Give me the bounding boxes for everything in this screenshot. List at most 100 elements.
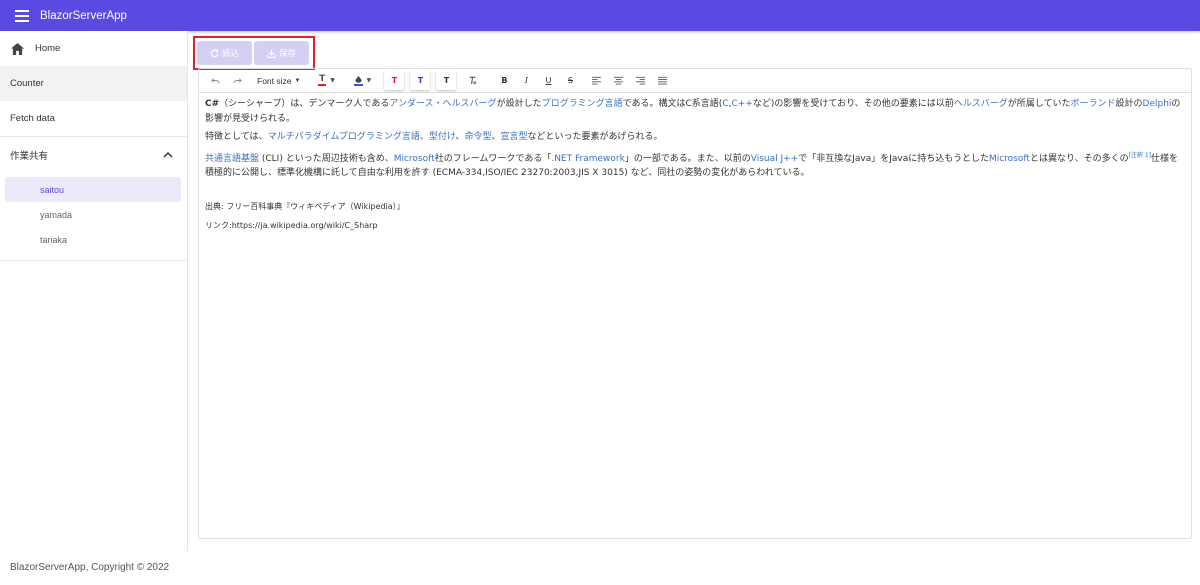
content-paragraph-2: 特徴としては、マルチパラダイムプログラミング言語、型付け、命令型、宣言型などとい…	[205, 130, 1185, 145]
text: 」の一部である。また、以前の	[624, 153, 751, 164]
text: 特徴としては、	[205, 132, 268, 142]
text: など)の影響を受けており、その他の要素には以前	[752, 99, 954, 109]
nav-item-saitou[interactable]: saitou	[5, 177, 181, 202]
nav-fetch-data[interactable]: Fetch data	[0, 101, 187, 136]
chevron-up-icon	[163, 151, 173, 158]
link-typing[interactable]: 型付け	[429, 132, 456, 142]
text: である。構文はC系言語(	[622, 99, 723, 109]
align-center-icon	[613, 76, 623, 85]
home-icon	[10, 42, 24, 56]
font-size-label: Font size	[257, 75, 292, 86]
undo-icon	[210, 78, 220, 84]
align-justify-button[interactable]	[652, 71, 672, 91]
rich-text-editor[interactable]: Font size ▼ T ▼ ▼ T T T B I U S C#（シーシャー…	[198, 68, 1192, 539]
refresh-icon	[210, 48, 219, 57]
background-color-button[interactable]: ▼	[348, 71, 376, 91]
text: 、	[419, 132, 429, 142]
link-delphi[interactable]: Delphi	[1143, 99, 1172, 109]
align-center-button[interactable]	[608, 71, 628, 91]
italic-icon: I	[524, 76, 529, 85]
caret-down-icon: ▼	[330, 77, 335, 84]
black-text-button[interactable]: T	[436, 71, 456, 90]
save-button-label: 保存	[278, 49, 296, 59]
content-paragraph-3: 共通言語基盤 (CLI) といった周辺技術も含め、Microsoft社のフレーム…	[205, 149, 1185, 181]
text: (CLI) といった周辺技術も含め、	[259, 153, 394, 164]
footer-copyright: BlazorServerApp, Copyright © 2022	[10, 562, 170, 573]
save-button[interactable]: 保存	[254, 41, 309, 65]
link-dotnet-framework[interactable]: .NET Framework	[551, 154, 624, 164]
link-microsoft-2[interactable]: Microsoft	[989, 154, 1030, 164]
content-paragraph-1: C#（シーシャープ）は、デンマーク人であるアンダース・ヘルスバーグが設計したプロ…	[205, 97, 1185, 126]
nav-item-yamada[interactable]: yamada	[5, 202, 181, 227]
nav-group-header[interactable]: 作業共有	[0, 137, 187, 172]
link-borland[interactable]: ボーランド	[1071, 99, 1116, 109]
hamburger-icon	[15, 9, 29, 22]
csharp-bold: C#	[205, 99, 220, 109]
load-button-label: 読込	[221, 49, 239, 59]
font-color-icon: T	[318, 74, 327, 86]
app-title: BlazorServerApp	[40, 9, 127, 22]
clear-format-icon	[469, 76, 477, 85]
caret-down-icon: ▼	[294, 77, 301, 84]
link-programming-language[interactable]: プログラミング言語	[542, 99, 623, 109]
caret-down-icon: ▼	[366, 77, 372, 84]
text: などといった要素があげられる。	[527, 132, 663, 142]
font-color-button[interactable]: T ▼	[312, 71, 340, 91]
text: （シーシャープ）は、デンマーク人である	[219, 99, 390, 109]
nav-home-label: Home	[35, 43, 61, 54]
footnote-ref[interactable]: [注釈 1]	[1129, 152, 1151, 159]
align-justify-icon	[657, 76, 667, 85]
link-line: リンク:https://ja.wikipedia.org/wiki/C_Shar…	[205, 220, 378, 230]
redo-button[interactable]	[227, 71, 247, 91]
load-button[interactable]: 読込	[197, 41, 252, 65]
text-icon: T	[391, 76, 398, 85]
nav-counter[interactable]: Counter	[0, 66, 187, 101]
nav-item-tanaka[interactable]: tanaka	[5, 227, 181, 252]
bold-button[interactable]: B	[494, 71, 514, 91]
undo-button[interactable]	[205, 71, 225, 91]
strikethrough-icon: S	[567, 76, 573, 85]
nav-counter-label: Counter	[10, 78, 44, 89]
strikethrough-button[interactable]: S	[560, 71, 580, 91]
editor-toolbar: Font size ▼ T ▼ ▼ T T T B I U S	[199, 69, 1191, 93]
text: で「非互換なJava」をJavaに持ち込もうとした	[798, 153, 989, 164]
align-right-button[interactable]	[630, 71, 650, 91]
text-icon: T	[417, 76, 424, 85]
text-icon: T	[443, 76, 450, 85]
link-anders[interactable]: アンダース・ヘルスバーグ	[389, 99, 496, 109]
underline-icon: U	[545, 76, 552, 85]
red-text-button[interactable]: T	[384, 71, 404, 90]
nav-fetch-label: Fetch data	[10, 113, 55, 124]
link-declarative[interactable]: 宣言型	[500, 132, 527, 142]
text: が所属していた	[1007, 99, 1071, 109]
editor-content[interactable]: C#（シーシャープ）は、デンマーク人であるアンダース・ヘルスバーグが設計したプロ…	[199, 93, 1191, 241]
nav-divider-bottom	[0, 260, 187, 261]
nav-group-label: 作業共有	[10, 150, 49, 162]
menu-button[interactable]	[0, 0, 44, 31]
link-microsoft[interactable]: Microsoft	[394, 154, 435, 164]
link-cli[interactable]: 共通言語基盤	[205, 154, 259, 164]
align-left-button[interactable]	[586, 71, 606, 91]
nav-home[interactable]: Home	[0, 31, 187, 66]
align-left-icon	[591, 76, 601, 85]
link-imperative[interactable]: 命令型	[464, 132, 491, 142]
blue-text-button[interactable]: T	[410, 71, 430, 90]
italic-button[interactable]: I	[516, 71, 536, 91]
align-right-icon	[635, 76, 645, 85]
main-content: 読込 保存 Font size ▼ T ▼ ▼ T T T B I U S C#…	[188, 31, 1200, 551]
link-hejlsberg[interactable]: ヘルスバーグ	[954, 99, 1008, 109]
link-visual-jpp[interactable]: Visual J++	[751, 154, 798, 164]
nav-group-list: saitou yamada tanaka	[0, 172, 187, 260]
clear-format-button[interactable]	[462, 71, 482, 91]
text: 設計の	[1115, 99, 1143, 109]
link-cpp[interactable]: C++	[731, 99, 752, 109]
text: とは異なり、その多くの	[1029, 153, 1129, 164]
font-size-dropdown[interactable]: Font size ▼	[253, 71, 304, 91]
sidebar: Home Counter Fetch data 作業共有 saitou yama…	[0, 31, 188, 551]
bold-icon: B	[501, 76, 508, 85]
redo-icon	[232, 78, 242, 84]
underline-button[interactable]: U	[538, 71, 558, 91]
download-icon	[267, 48, 276, 58]
link-multiparadigm[interactable]: マルチパラダイムプログラミング言語	[268, 132, 420, 142]
app-bar: BlazorServerApp	[0, 0, 1200, 31]
